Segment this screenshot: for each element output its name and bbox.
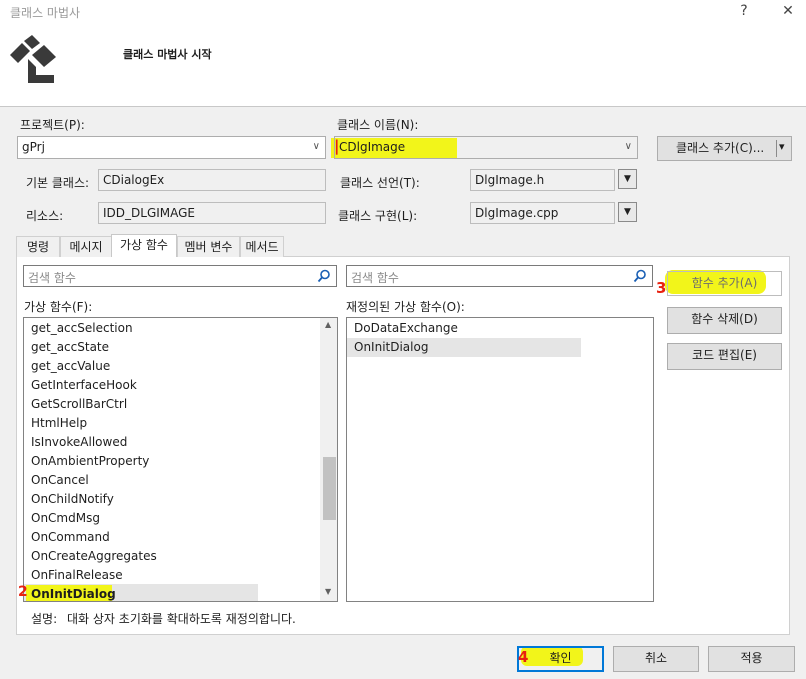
virtual-function-search-input[interactable]: 검색 함수 [23,265,337,287]
base-class-label: 기본 클래스: [26,176,90,190]
description-text: 대화 상자 초기화를 확대하도록 재정의합니다. [67,612,296,626]
list-item[interactable]: OnCmdMsg [30,509,100,528]
help-button[interactable]: ? [736,3,752,19]
list-item[interactable]: HtmlHelp [30,414,87,433]
class-implementation-field[interactable]: DlgImage.cpp [470,202,615,224]
annotation-mark-2: 2 [18,584,28,600]
list-item[interactable]: OnChildNotify [30,490,114,509]
list-item[interactable]: GetScrollBarCtrl [30,395,127,414]
chevron-down-icon: ∨ [624,141,632,152]
apply-button[interactable]: 적용 [708,646,795,672]
wizard-heading: 클래스 마법사 시작 [123,48,212,61]
project-label: 프로젝트(P): [20,118,85,132]
class-implementation-label: 클래스 구현(L): [338,209,418,223]
add-function-button[interactable]: 함수 추가(A) [667,271,782,296]
project-combo[interactable]: gPrj ∨ [17,136,326,159]
implementation-dropdown-icon[interactable]: ▼ [618,202,637,222]
list-item[interactable]: OnCreateAggregates [30,547,157,566]
resource-field: IDD_DLGIMAGE [98,202,326,224]
overridden-function-search-input[interactable]: 검색 함수 [346,265,653,287]
base-class-field: CDialogEx [98,169,326,191]
tab-member-variables[interactable]: 멤버 변수 [177,236,240,257]
close-button[interactable]: ✕ [780,3,796,19]
description-label: 설명: [31,612,58,626]
list-item[interactable]: get_accSelection [30,319,133,338]
class-name-label: 클래스 이름(N): [337,118,419,132]
search-placeholder: 검색 함수 [351,271,399,285]
virtual-functions-list[interactable]: get_accSelection get_accState get_accVal… [23,317,338,602]
list-item[interactable]: get_accValue [30,357,110,376]
list-scrollbar[interactable]: ▲ ▼ [320,318,337,601]
search-placeholder: 검색 함수 [28,271,76,285]
list-item[interactable]: OnAmbientProperty [30,452,149,471]
add-class-label: 클래스 추가(C)... [676,141,765,155]
list-item[interactable]: IsInvokeAllowed [30,433,127,452]
annotation-mark-3: 3 [656,279,667,297]
annotation-mark-4: 4 [518,648,529,666]
cancel-button[interactable]: 취소 [613,646,699,672]
class-wizard-logo-icon [10,35,56,83]
list-item[interactable]: get_accState [30,338,109,357]
list-item-selected[interactable]: OnInitDialog [30,585,116,601]
list-item[interactable]: OnInitDialog [353,338,428,357]
edit-code-button[interactable]: 코드 편집(E) [667,343,782,370]
search-icon[interactable] [317,269,331,283]
resource-label: 리소스: [26,209,64,223]
class-name-value: CDlgImage [339,140,406,154]
delete-function-button[interactable]: 함수 삭제(D) [667,307,782,334]
split-button-divider [776,140,777,157]
scroll-up-icon[interactable]: ▲ [325,320,331,329]
ok-button[interactable]: 확인 [517,646,604,672]
declaration-dropdown-icon[interactable]: ▼ [618,169,637,189]
class-declaration-label: 클래스 선언(T): [340,176,420,190]
overridden-functions-list[interactable]: DoDataExchange OnInitDialog [346,317,654,602]
list-item[interactable]: GetInterfaceHook [30,376,137,395]
tab-messages[interactable]: 메시지 [60,236,112,257]
list-item[interactable]: OnCommand [30,528,110,547]
project-value: gPrj [22,140,45,154]
list-item[interactable]: DoDataExchange [353,319,458,338]
window-title: 클래스 마법사 [10,6,81,20]
annotation-mark-1: | [334,137,340,155]
add-class-dropdown-icon[interactable]: ▾ [779,140,785,153]
search-icon[interactable] [633,269,647,283]
overridden-functions-label: 재정의된 가상 함수(O): [346,300,465,314]
tab-virtual-functions[interactable]: 가상 함수 [111,234,177,257]
add-class-button[interactable]: 클래스 추가(C)... [657,136,792,161]
chevron-down-icon: ∨ [312,141,320,152]
list-item[interactable]: OnFinalRelease [30,566,123,585]
virtual-functions-label: 가상 함수(F): [24,300,93,314]
class-declaration-field[interactable]: DlgImage.h [470,169,615,191]
scrollbar-thumb[interactable] [323,457,336,520]
scroll-down-icon[interactable]: ▼ [325,587,331,596]
list-item[interactable]: OnCancel [30,471,89,490]
class-name-combo[interactable]: CDlgImage ∨ [334,136,638,159]
tab-commands[interactable]: 명령 [16,236,60,257]
tab-methods[interactable]: 메서드 [240,236,284,257]
wizard-header [0,0,806,107]
